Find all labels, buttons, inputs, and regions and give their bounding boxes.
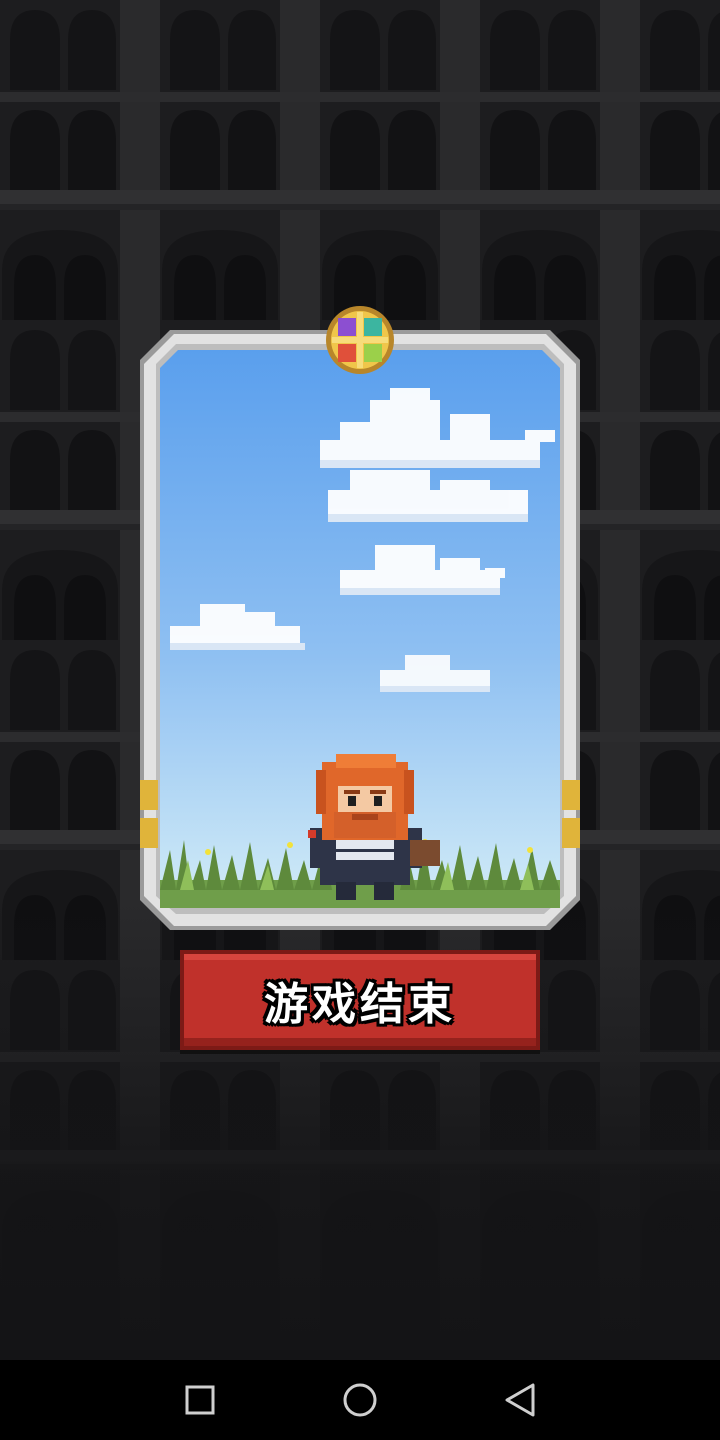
game-over-button[interactable]: 游戏结束 bbox=[180, 950, 540, 1050]
back-button[interactable] bbox=[490, 1376, 550, 1424]
home-button[interactable] bbox=[330, 1376, 390, 1424]
recent-apps-button[interactable] bbox=[170, 1376, 230, 1424]
hero-portrait-card bbox=[140, 330, 580, 930]
circle-icon bbox=[343, 1383, 377, 1417]
class-emblem-icon bbox=[324, 304, 396, 376]
game-over-label: 游戏结束 bbox=[264, 979, 456, 1030]
navigation-bar bbox=[0, 1360, 720, 1440]
triangle-back-icon bbox=[505, 1383, 535, 1417]
square-icon bbox=[185, 1385, 215, 1415]
